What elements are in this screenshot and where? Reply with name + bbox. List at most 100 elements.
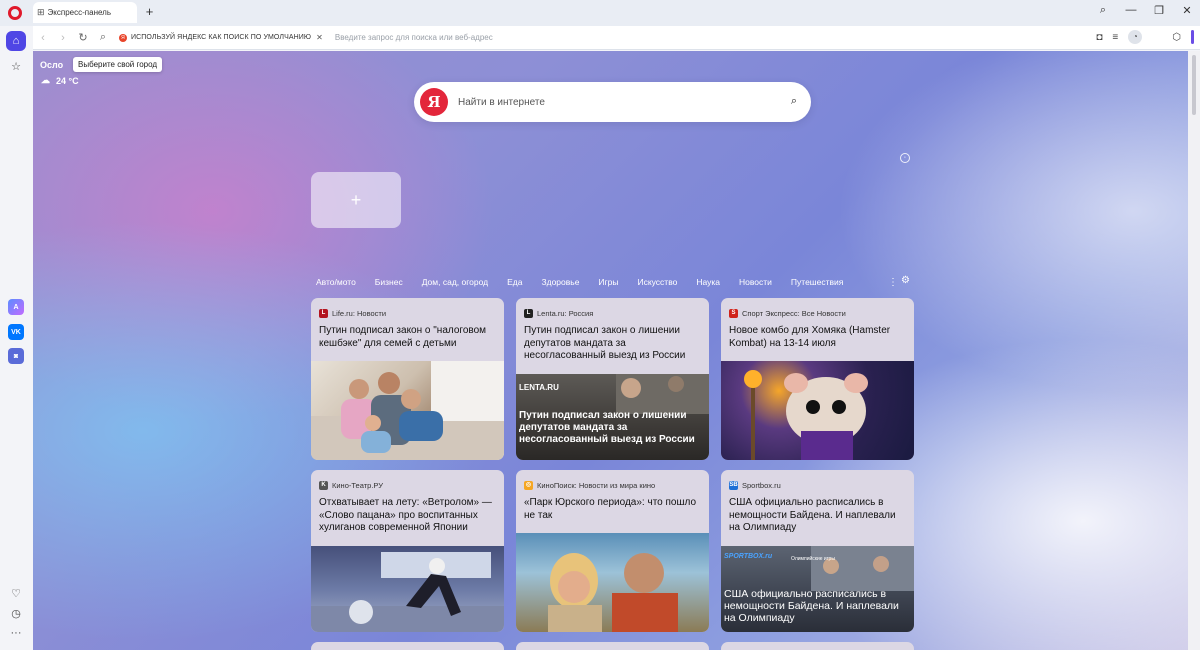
cloud-icon: ☁ — [41, 75, 50, 85]
more-icon[interactable]: ··· — [6, 623, 26, 643]
news-image — [311, 546, 504, 632]
tab-speed-dial[interactable]: ⊞ Экспресс-панель — [33, 2, 137, 23]
app-icon[interactable]: ◙ — [8, 348, 24, 364]
new-tab-button[interactable]: + — [143, 5, 156, 18]
forward-button[interactable]: › — [53, 32, 73, 44]
news-title: Новое комбо для Хомяка (Hamster Kombat) … — [729, 325, 891, 349]
window-controls: ⌕ — ❐ ✕ — [1096, 4, 1194, 17]
news-title: «Парк Юрского периода»: что пошло не так — [524, 497, 697, 521]
easy-setup-icon[interactable]: ≡ — [1112, 32, 1118, 43]
add-site-button[interactable]: + — [311, 172, 401, 228]
family-photo — [311, 361, 504, 460]
news-categories: Авто/мото Бизнес Дом, сад, огород Еда Зд… — [316, 277, 862, 287]
yandex-icon: Я — [119, 33, 127, 42]
default-search-promo[interactable]: Я ИСПОЛЬЗУЙ ЯНДЕКС КАК ПОИСК ПО УМОЛЧАНИ… — [119, 33, 323, 42]
category-tab[interactable]: Здоровье — [541, 277, 579, 287]
back-button[interactable]: ‹ — [33, 32, 53, 44]
tab-search-icon[interactable]: ⌕ — [1096, 4, 1110, 17]
news-source: Кино-Театр.РУ — [332, 481, 383, 490]
news-image — [721, 361, 914, 460]
search-box[interactable]: Я ⌕ — [414, 82, 811, 122]
star-icon[interactable]: ☆ — [6, 56, 26, 76]
profile-icon[interactable]: ◔ — [1128, 30, 1143, 44]
news-card[interactable]: S Спорт Экспресс: Все Новости Новое комбо… — [721, 298, 914, 460]
category-tab[interactable]: Искусство — [637, 277, 677, 287]
search-input[interactable] — [458, 96, 768, 108]
news-card[interactable]: L Life.ru: Новости Путин подписал закон о… — [311, 298, 504, 460]
news-image — [311, 361, 504, 460]
kinopoisk-source-icon: ◎ — [524, 481, 533, 490]
gear-icon[interactable]: ⚙ — [901, 275, 910, 286]
sidebar-toggle[interactable] — [1191, 30, 1194, 44]
scrollbar[interactable] — [1188, 51, 1200, 650]
grid-icon: ⊞ — [37, 7, 45, 17]
news-source: КиноПоиск: Новости из мира кино — [537, 481, 656, 490]
news-title: Путин подписал закон о "налоговом кешбэк… — [319, 325, 487, 349]
news-title: Отхватывает на лету: «Ветролом» — «Слово… — [319, 497, 492, 533]
category-tab[interactable]: Наука — [696, 277, 720, 287]
weather-widget[interactable]: ☁ 24 °C — [41, 75, 79, 86]
news-card[interactable]: ◎ КиноПоиск: Новости из мира кино «Парк Ю… — [516, 470, 709, 632]
category-tab[interactable]: Авто/мото — [316, 277, 356, 287]
sidebar: ⌂ ☆ A VK ◙ ♡ ◷ ··· — [0, 26, 33, 650]
category-tab[interactable]: Новости — [739, 277, 772, 287]
sportbox-source-icon: SB — [729, 481, 738, 490]
more-vertical-icon[interactable]: ⋮ — [888, 277, 898, 288]
category-tab[interactable]: Игры — [598, 277, 618, 287]
heart-icon[interactable]: ♡ — [6, 583, 26, 603]
news-card[interactable] — [516, 642, 709, 650]
image-caption: США официально расписались в немощности … — [724, 588, 899, 624]
tab-strip: ⊞ Экспресс-панель + ⌕ — ❐ ✕ — [0, 0, 1200, 26]
search-icon: ⌕ — [99, 31, 107, 43]
opera-logo-icon[interactable] — [8, 6, 22, 20]
image-caption: Путин подписал закон о лишении депутатов… — [519, 410, 695, 445]
news-card[interactable]: K Кино-Театр.РУ Отхватывает на лету: «Вет… — [311, 470, 504, 632]
kino-teatr-source-icon: K — [319, 481, 328, 490]
clock-icon[interactable]: ◷ — [6, 603, 26, 623]
close-button[interactable]: ✕ — [1180, 4, 1194, 17]
news-source: Life.ru: Новости — [332, 309, 387, 318]
search-icon[interactable]: ⌕ — [791, 95, 797, 108]
news-card[interactable]: SB Sportbox.ru США официально расписались… — [721, 470, 914, 632]
minimize-button[interactable]: — — [1124, 4, 1138, 17]
anime-frame — [311, 552, 504, 632]
extensions-icon[interactable]: ⬡ — [1172, 32, 1181, 43]
news-image: LENTA.RU Путин подписал закон о лишении … — [516, 374, 709, 460]
addressbar-tools: ◘ ≡ ◔ ⬡ — [1096, 30, 1194, 44]
home-icon[interactable]: ⌂ — [6, 31, 26, 51]
address-bar: ‹ › ↻ ⌕ Я ИСПОЛЬЗУЙ ЯНДЕКС КАК ПОИСК ПО … — [33, 26, 1200, 50]
image-tag: Олимпийские игры — [791, 556, 835, 562]
category-tab[interactable]: Путешествия — [791, 277, 843, 287]
category-tab[interactable]: Дом, сад, огород — [422, 277, 488, 287]
news-source: Спорт Экспресс: Все Новости — [742, 309, 846, 318]
news-title: США официально расписались в немощности … — [729, 497, 896, 533]
close-promo-icon[interactable]: ✕ — [316, 33, 323, 42]
category-tab[interactable]: Бизнес — [375, 277, 403, 287]
image-brand: LENTA.RU — [519, 383, 559, 392]
hamster-illustration — [744, 370, 868, 460]
camera-icon[interactable]: ◘ — [1096, 32, 1102, 43]
lenta-source-icon: L — [524, 309, 533, 318]
reload-button[interactable]: ↻ — [73, 31, 93, 44]
vk-icon[interactable]: VK — [8, 324, 24, 340]
promo-text: ИСПОЛЬЗУЙ ЯНДЕКС КАК ПОИСК ПО УМОЛЧАНИЮ — [131, 34, 312, 41]
news-image: SPORTBOX.ru Олимпийские игры США официал… — [721, 546, 914, 632]
news-title: Путин подписал закон о лишении депутатов… — [524, 325, 686, 361]
city-tooltip: Выберите свой город — [73, 57, 163, 72]
aria-icon[interactable]: A — [8, 299, 24, 315]
sport-express-source-icon: S — [729, 309, 738, 318]
yandex-logo-icon: Я — [420, 88, 448, 116]
speed-dial-page: Осло Выберите свой город ☁ 24 °C Я ⌕ ◦ +… — [33, 51, 1188, 650]
restore-button[interactable]: ❐ — [1152, 4, 1166, 17]
scrollbar-thumb[interactable] — [1192, 55, 1196, 115]
news-card[interactable]: L Lenta.ru: Россия Путин подписал закон о… — [516, 298, 709, 460]
tab-title: Экспресс-панель — [47, 8, 111, 17]
news-card[interactable] — [721, 642, 914, 650]
url-input[interactable] — [334, 33, 1095, 42]
customize-icon[interactable]: ◦ — [900, 153, 910, 163]
movie-still — [548, 553, 678, 632]
news-card[interactable] — [311, 642, 504, 650]
weather-city[interactable]: Осло — [40, 60, 63, 70]
news-source: Sportbox.ru — [742, 481, 781, 490]
category-tab[interactable]: Еда — [507, 277, 522, 287]
